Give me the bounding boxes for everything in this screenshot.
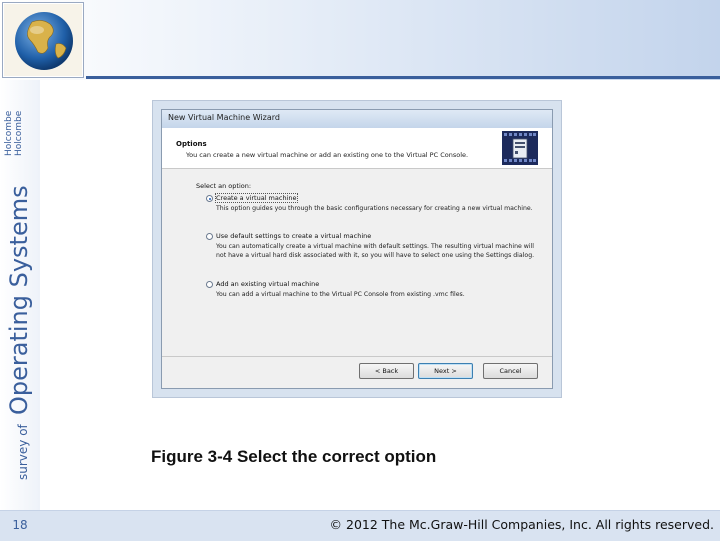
wizard-screenshot: New Virtual Machine Wizard Options You c… <box>152 100 562 398</box>
dialog-header: Options You can create a new virtual mac… <box>162 128 552 169</box>
next-button[interactable]: Next > <box>418 363 473 379</box>
back-button[interactable]: < Back <box>359 363 414 379</box>
page-number: 18 <box>12 518 28 532</box>
option-label-add-existing[interactable]: Add an existing virtual machine <box>216 280 319 288</box>
dialog-titlebar[interactable]: New Virtual Machine Wizard <box>162 110 552 128</box>
copyright-notice: © 2012 The Mc.Graw-Hill Companies, Inc. … <box>329 517 714 532</box>
radio-create-vm[interactable] <box>206 195 213 202</box>
option-desc-add-existing: You can add a virtual machine to the Vir… <box>216 291 465 298</box>
option-desc-create-vm: This option guides you through the basic… <box>216 205 533 212</box>
author-line-2: Holcombe <box>14 110 24 156</box>
globe-icon <box>4 4 82 76</box>
wizard-dialog: New Virtual Machine Wizard Options You c… <box>161 109 553 389</box>
top-banner <box>0 0 720 80</box>
footer-divider <box>162 356 552 357</box>
header-subtitle: You can create a new virtual machine or … <box>186 151 469 159</box>
select-option-label: Select an option: <box>196 182 252 190</box>
virtual-pc-icon <box>502 131 538 165</box>
header-rule <box>86 76 720 79</box>
header-title: Options <box>176 140 207 148</box>
option-label-default-settings[interactable]: Use default settings to create a virtual… <box>216 232 371 240</box>
series-prefix: survey of <box>16 423 30 480</box>
series-name: Operating Systems <box>5 185 33 415</box>
figure-caption: Figure 3-4 Select the correct option <box>151 447 437 466</box>
option-desc-default-settings: You can automatically create a virtual m… <box>216 243 535 259</box>
option-label-create-vm[interactable]: Create a virtual machine <box>215 193 298 203</box>
series-title: survey of Operating Systems Holcombe Hol… <box>4 110 33 480</box>
cancel-button[interactable]: Cancel <box>483 363 538 379</box>
dialog-title: New Virtual Machine Wizard <box>168 113 280 122</box>
radio-default-settings[interactable] <box>206 233 213 240</box>
author-line-1: Holcombe <box>4 110 14 156</box>
globe-logo <box>2 2 84 78</box>
radio-add-existing[interactable] <box>206 281 213 288</box>
